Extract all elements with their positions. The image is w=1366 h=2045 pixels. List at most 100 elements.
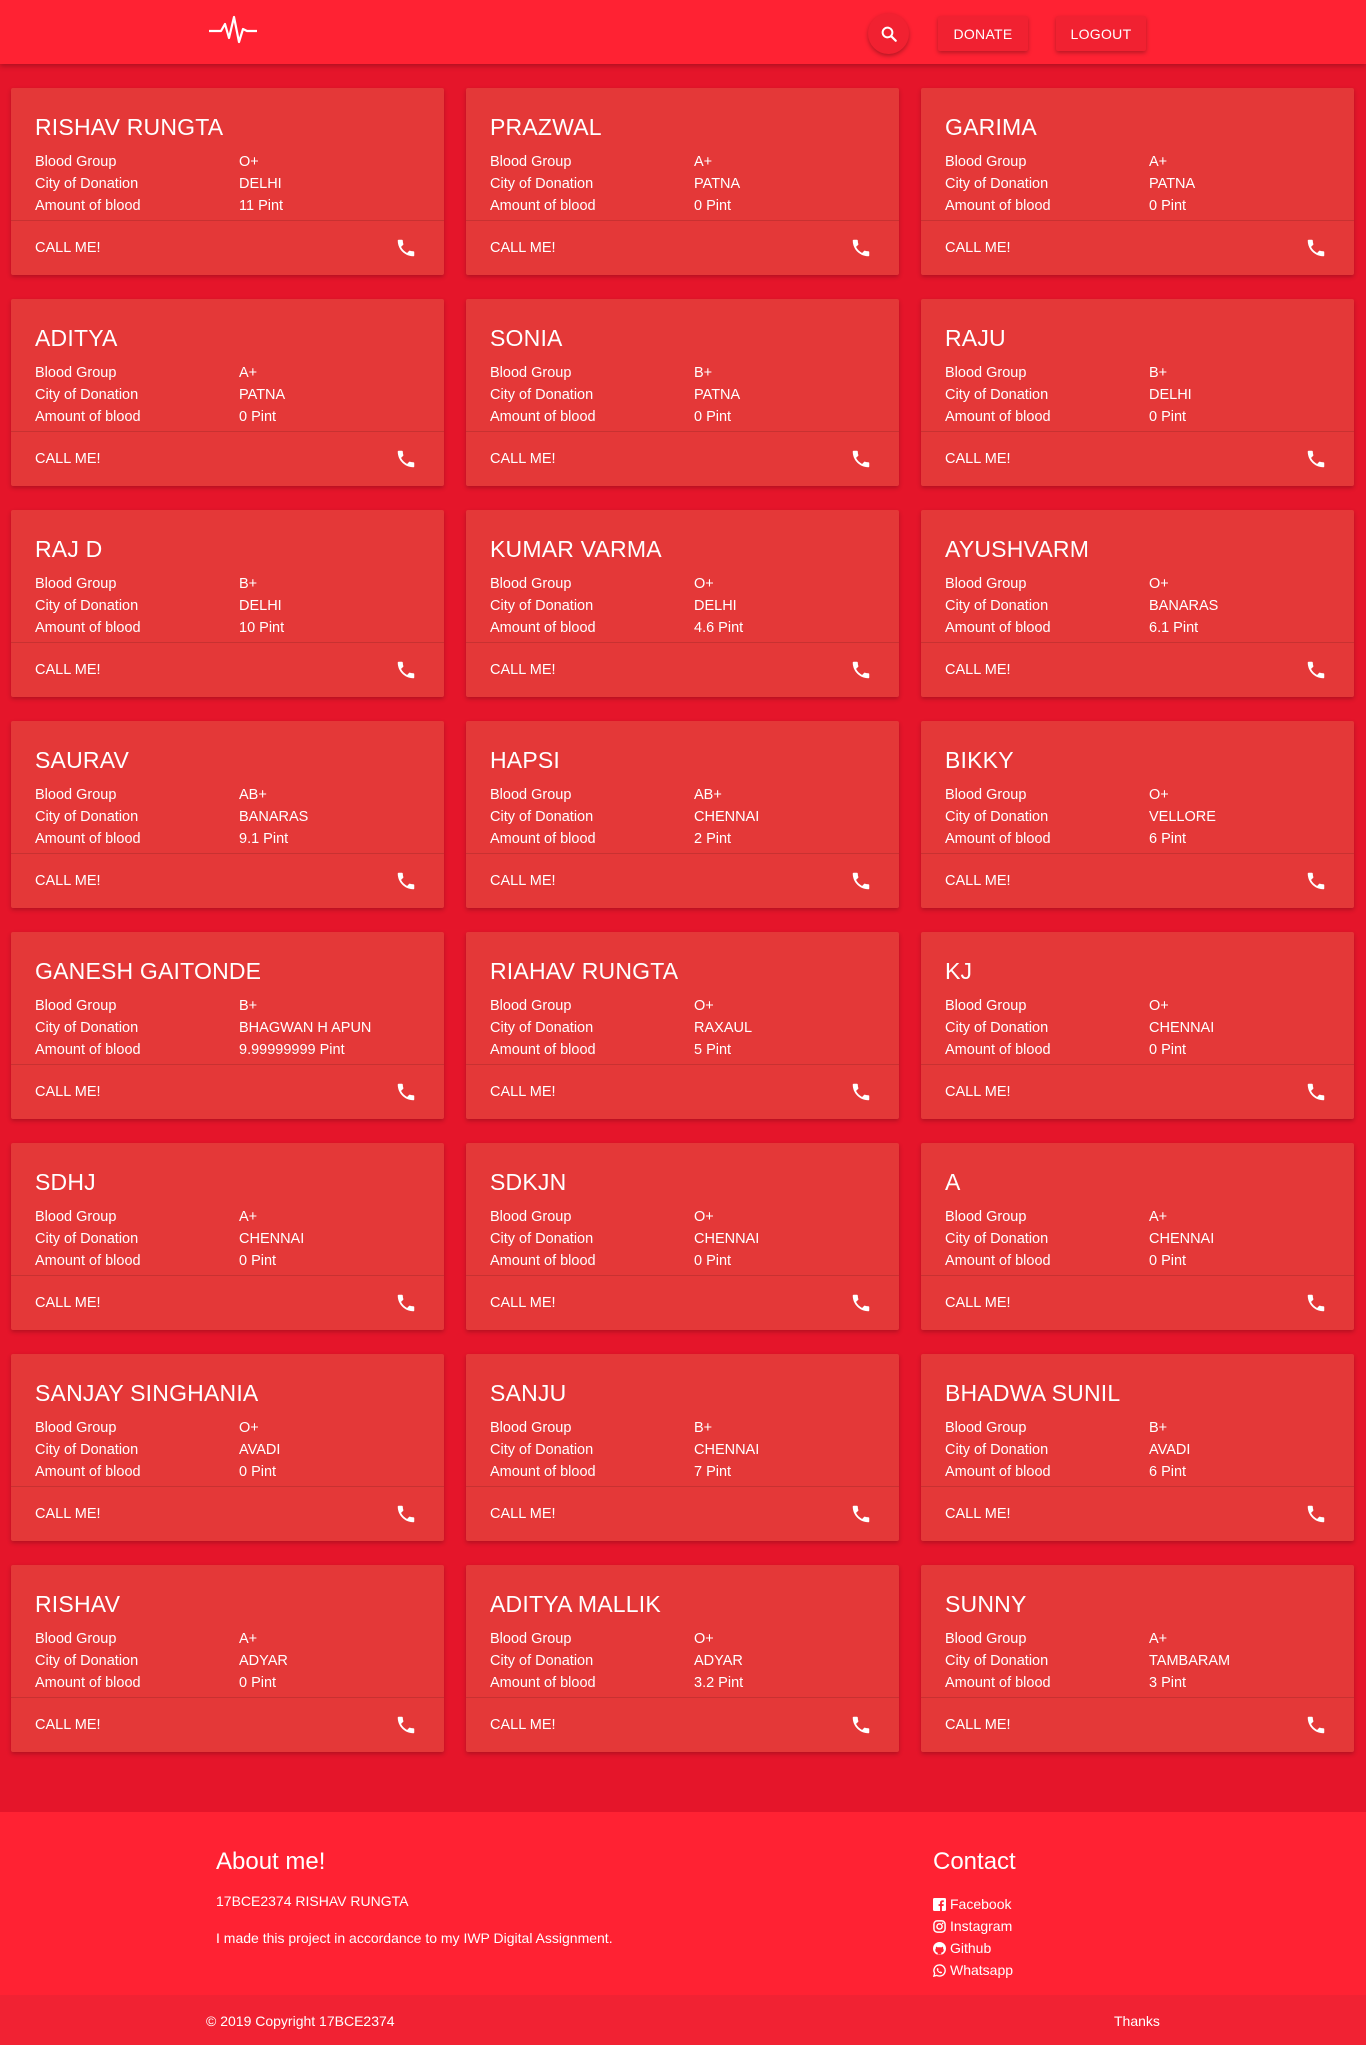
- call-me-link[interactable]: CALL ME!: [490, 451, 556, 467]
- phone-icon[interactable]: [395, 1714, 417, 1736]
- donor-name: BHADWA SUNIL: [945, 1380, 1121, 1406]
- call-me-link[interactable]: CALL ME!: [490, 1084, 556, 1100]
- city-row: City of Donation BANARAS: [35, 809, 308, 825]
- call-me-link[interactable]: CALL ME!: [945, 662, 1011, 678]
- call-me-link[interactable]: CALL ME!: [35, 1084, 101, 1100]
- phone-icon[interactable]: [1305, 1081, 1327, 1103]
- donor-card: SONIA Blood Group B+ City of Donation PATNA A…: [466, 299, 899, 486]
- donor-card: BHADWA SUNIL Blood Group B+ City of Donatio…: [921, 1354, 1354, 1541]
- phone-icon[interactable]: [395, 237, 417, 259]
- amount-value: 0 Pint: [239, 1675, 277, 1691]
- phone-icon[interactable]: [1305, 870, 1327, 892]
- donor-card: SUNNY Blood Group A+ City of Donation TAMBAR…: [921, 1565, 1354, 1752]
- donor-name: SDKJN: [490, 1169, 567, 1195]
- blood-group-row: Blood Group O+: [490, 1209, 714, 1225]
- donor-card: ADITYA MALLIK Blood Group O+ City of Donati…: [466, 1565, 899, 1752]
- phone-icon[interactable]: [850, 1081, 872, 1103]
- amount-label: Amount of blood: [490, 1253, 596, 1269]
- donate-button[interactable]: DONATE: [938, 16, 1028, 51]
- phone-icon[interactable]: [1305, 448, 1327, 470]
- call-me-link[interactable]: CALL ME!: [35, 1717, 101, 1733]
- donor-name: RAJU: [945, 325, 1006, 351]
- amount-value: 0 Pint: [1149, 1253, 1187, 1269]
- search-button[interactable]: [868, 13, 909, 54]
- phone-icon[interactable]: [850, 448, 872, 470]
- phone-icon[interactable]: [850, 237, 872, 259]
- city-label: City of Donation: [945, 1442, 1049, 1458]
- phone-icon[interactable]: [850, 870, 872, 892]
- phone-icon[interactable]: [395, 448, 417, 470]
- call-me-link[interactable]: CALL ME!: [35, 451, 101, 467]
- call-me-link[interactable]: CALL ME!: [945, 873, 1011, 889]
- donor-card: SDKJN Blood Group O+ City of Donation CHENNA…: [466, 1143, 899, 1330]
- call-me-link[interactable]: CALL ME!: [945, 240, 1011, 256]
- donor-name: SUNNY: [945, 1591, 1027, 1617]
- call-me-link[interactable]: CALL ME!: [490, 1717, 556, 1733]
- blood-group-label: Blood Group: [945, 1209, 1027, 1225]
- call-me-link[interactable]: CALL ME!: [35, 240, 101, 256]
- city-label: City of Donation: [945, 1231, 1049, 1247]
- contact-link-github[interactable]: Github: [933, 1937, 1013, 1959]
- amount-value: 7 Pint: [694, 1464, 732, 1480]
- blood-group-row: Blood Group A+: [945, 154, 1167, 170]
- amount-label: Amount of blood: [490, 1042, 596, 1058]
- thanks-link[interactable]: Thanks: [1114, 2013, 1160, 2029]
- call-me-link[interactable]: CALL ME!: [490, 1295, 556, 1311]
- blood-group-value: A+: [1149, 1209, 1168, 1225]
- blood-group-label: Blood Group: [945, 154, 1027, 170]
- phone-icon[interactable]: [850, 1714, 872, 1736]
- phone-icon[interactable]: [1305, 1714, 1327, 1736]
- donor-name: PRAZWAL: [490, 114, 602, 140]
- donor-card: RISHAV Blood Group A+ City of Donation ADYAR…: [11, 1565, 444, 1752]
- city-value: DELHI: [239, 598, 282, 614]
- city-value: AVADI: [239, 1442, 281, 1458]
- call-me-link[interactable]: CALL ME!: [490, 240, 556, 256]
- contact-link-whatsapp[interactable]: Whatsapp: [933, 1959, 1013, 1981]
- call-me-link[interactable]: CALL ME!: [35, 662, 101, 678]
- blood-group-value: A+: [1149, 154, 1168, 170]
- phone-icon[interactable]: [1305, 237, 1327, 259]
- call-me-link[interactable]: CALL ME!: [35, 873, 101, 889]
- card-divider: [921, 220, 1354, 221]
- call-me-link[interactable]: CALL ME!: [490, 662, 556, 678]
- phone-icon[interactable]: [395, 870, 417, 892]
- donor-name: ADITYA MALLIK: [490, 1591, 661, 1617]
- phone-icon[interactable]: [395, 659, 417, 681]
- phone-icon[interactable]: [1305, 1292, 1327, 1314]
- phone-icon[interactable]: [850, 1292, 872, 1314]
- city-row: City of Donation CHENNAI: [35, 1231, 304, 1247]
- phone-icon[interactable]: [395, 1081, 417, 1103]
- contact-label: Instagram: [950, 1918, 1013, 1934]
- call-me-link[interactable]: CALL ME!: [490, 1506, 556, 1522]
- phone-icon[interactable]: [395, 1503, 417, 1525]
- donor-name: SONIA: [490, 325, 563, 351]
- call-me-link[interactable]: CALL ME!: [490, 873, 556, 889]
- blood-group-label: Blood Group: [490, 1209, 572, 1225]
- call-me-link[interactable]: CALL ME!: [945, 1084, 1011, 1100]
- amount-label: Amount of blood: [35, 1464, 141, 1480]
- city-label: City of Donation: [35, 598, 139, 614]
- logout-button[interactable]: LOGOUT: [1056, 16, 1146, 51]
- amount-label: Amount of blood: [490, 620, 596, 636]
- blood-group-label: Blood Group: [945, 365, 1027, 381]
- heartbeat-logo-icon[interactable]: [209, 14, 257, 44]
- call-me-link[interactable]: CALL ME!: [35, 1295, 101, 1311]
- phone-icon[interactable]: [850, 1503, 872, 1525]
- blood-group-label: Blood Group: [490, 1631, 572, 1647]
- amount-row: Amount of blood 4.6 Pint: [490, 620, 743, 636]
- call-me-link[interactable]: CALL ME!: [945, 451, 1011, 467]
- phone-icon[interactable]: [1305, 1503, 1327, 1525]
- phone-icon[interactable]: [1305, 659, 1327, 681]
- call-me-link[interactable]: CALL ME!: [945, 1717, 1011, 1733]
- amount-label: Amount of blood: [945, 831, 1051, 847]
- phone-icon[interactable]: [395, 1292, 417, 1314]
- contact-link-instagram[interactable]: Instagram: [933, 1915, 1013, 1937]
- blood-group-row: Blood Group O+: [490, 998, 714, 1014]
- city-row: City of Donation DELHI: [35, 176, 282, 192]
- call-me-link[interactable]: CALL ME!: [945, 1295, 1011, 1311]
- call-me-link[interactable]: CALL ME!: [35, 1506, 101, 1522]
- contact-link-facebook[interactable]: Facebook: [933, 1893, 1013, 1915]
- amount-label: Amount of blood: [945, 1253, 1051, 1269]
- call-me-link[interactable]: CALL ME!: [945, 1506, 1011, 1522]
- phone-icon[interactable]: [850, 659, 872, 681]
